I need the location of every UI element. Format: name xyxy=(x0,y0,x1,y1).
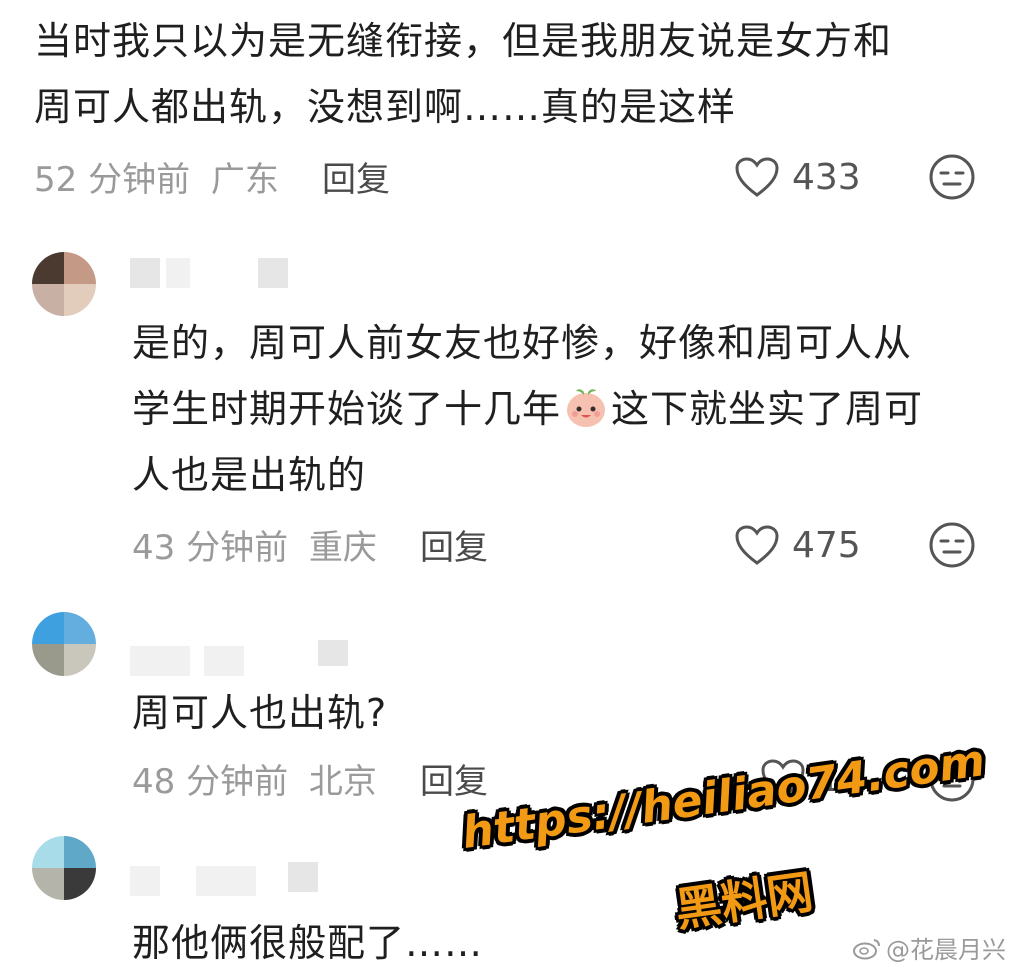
comment-2-meta: 43 分钟前 重庆 xyxy=(132,520,377,569)
comment-2-line-3: 人也是出轨的 xyxy=(132,453,367,497)
comment-3-username-blurred-3 xyxy=(318,640,348,666)
comment-2-username-blurred-2 xyxy=(166,258,190,288)
comment-2-like-button[interactable]: 475 xyxy=(734,520,861,570)
comment-1-line-2: 周可人都出轨，没想到啊……真的是这样 xyxy=(34,85,737,129)
comment-3-username-blurred-2 xyxy=(204,646,244,676)
comment-2-line-2b: 这下就坐实了周可 xyxy=(611,387,924,431)
comment-2-text: 是的，周可人前女友也好惨，好像和周可人从 学生时期开始谈了十几年 这下就坐实了周… xyxy=(132,310,1002,508)
weibo-credit: @花晨月兴 xyxy=(852,930,1006,965)
comment-1-text: 当时我只以为是无缝衔接，但是我朋友说是女方和 周可人都出轨，没想到啊……真的是这… xyxy=(34,8,994,140)
watermark-url: https://heiliao74.com xyxy=(458,735,989,859)
neutral-face-icon xyxy=(929,522,975,568)
comment-1-time: 52 分钟前 xyxy=(34,160,191,200)
comment-3-text: 周可人也出轨? xyxy=(132,680,1002,746)
comment-3-avatar[interactable] xyxy=(32,612,96,676)
comment-2-dislike-button[interactable] xyxy=(928,521,976,573)
comment-2-line-1: 是的，周可人前女友也好惨，好像和周可人从 xyxy=(132,321,913,365)
comment-4-username-blurred[interactable] xyxy=(130,866,160,896)
comment-3-location: 北京 xyxy=(308,762,377,802)
weibo-credit-handle: @花晨月兴 xyxy=(886,936,1006,964)
comment-2-username-blurred[interactable] xyxy=(130,258,160,288)
comment-1-line-1: 当时我只以为是无缝衔接，但是我朋友说是女方和 xyxy=(34,19,893,63)
peach-face-emoji xyxy=(567,389,606,427)
comment-1-like-count: 433 xyxy=(792,156,861,198)
comment-4-username-blurred-3 xyxy=(288,862,318,892)
comment-3-time: 48 分钟前 xyxy=(132,762,289,802)
comment-4-avatar[interactable] xyxy=(32,836,96,900)
comment-1-dislike-button[interactable] xyxy=(928,153,976,205)
comment-2-time: 43 分钟前 xyxy=(132,528,289,568)
comment-4-username-blurred-2 xyxy=(196,866,256,896)
comment-2-location: 重庆 xyxy=(308,528,377,568)
comment-2-like-count: 475 xyxy=(792,524,861,566)
heart-outline-icon xyxy=(735,157,779,197)
comment-2-reply-button[interactable]: 回复 xyxy=(420,520,488,569)
comment-2-avatar[interactable] xyxy=(32,252,96,316)
comment-3-reply-button[interactable]: 回复 xyxy=(420,754,488,803)
neutral-face-icon xyxy=(929,154,975,200)
heart-outline-icon xyxy=(735,525,779,565)
comment-1-reply-button[interactable]: 回复 xyxy=(322,152,390,201)
comment-1-like-button[interactable]: 433 xyxy=(734,152,861,202)
comment-2-username-blurred-3 xyxy=(258,258,288,288)
comment-3-meta: 48 分钟前 北京 xyxy=(132,754,377,803)
comment-1-meta: 52 分钟前 广东 xyxy=(34,152,279,201)
comment-3-line-1: 周可人也出轨? xyxy=(132,691,388,735)
comment-3-username-blurred[interactable] xyxy=(130,646,190,676)
weibo-logo-icon xyxy=(853,938,880,959)
comment-1-location: 广东 xyxy=(210,160,279,200)
comment-2-line-2: 学生时期开始谈了十几年 这下就坐实了周可 xyxy=(132,376,1002,442)
comment-2-line-2a: 学生时期开始谈了十几年 xyxy=(132,387,562,431)
